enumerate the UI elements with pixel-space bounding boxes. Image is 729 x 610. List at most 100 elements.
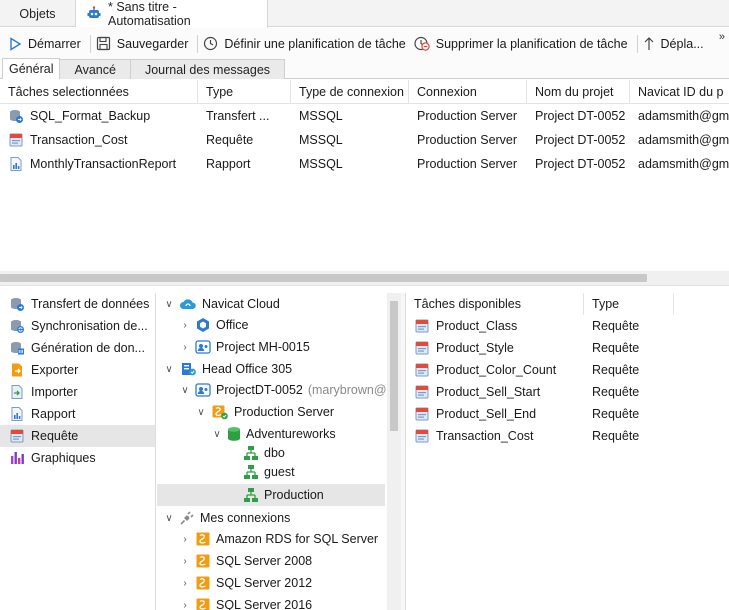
chevron-right-icon[interactable]: ›	[179, 556, 191, 567]
column-header-type[interactable]: Type	[198, 79, 291, 104]
column-header-available-type[interactable]: Type	[584, 293, 674, 315]
toolbar: Démarrer Sauvegarder Définir une planifi…	[0, 28, 729, 59]
column-header-available-tasks[interactable]: Tâches disponibles	[406, 293, 584, 315]
tree-node-head-office[interactable]: ∨ Head Office 305	[163, 358, 292, 380]
remove-schedule-button[interactable]: Supprimer la planification de tâche	[412, 32, 634, 56]
task-type: Rapport	[206, 157, 251, 171]
tab-objets[interactable]: Objets	[0, 0, 76, 27]
move-button-label: Dépla...	[660, 36, 704, 51]
data-transfer-icon	[10, 110, 23, 123]
chevron-down-icon[interactable]: ∨	[163, 364, 175, 375]
category-label: Exporter	[31, 363, 79, 377]
list-item[interactable]: Product_Class Requête	[406, 315, 729, 337]
task-name: MonthlyTransactionReport	[30, 157, 177, 171]
tab-message-log[interactable]: Journal des messages	[129, 59, 286, 79]
tree-label: Navicat Cloud	[202, 297, 280, 311]
charts-icon	[11, 452, 24, 464]
category-data-sync[interactable]: Synchronisation de...	[0, 315, 155, 337]
start-button[interactable]: Démarrer	[6, 32, 87, 56]
tree-node-office[interactable]: › Office	[179, 314, 248, 336]
table-row[interactable]: SQL_Format_Backup Transfert ... MSSQL Pr…	[0, 104, 729, 128]
list-item[interactable]: Product_Color_Count Requête	[406, 359, 729, 381]
category-query[interactable]: Requête	[0, 425, 155, 447]
category-label: Synchronisation de...	[31, 319, 148, 333]
horizontal-scrollbar[interactable]	[0, 271, 729, 285]
tree-vertical-scrollbar[interactable]	[387, 293, 401, 610]
chevron-down-icon[interactable]: ∨	[163, 299, 175, 310]
available-task-name: Product_Class	[436, 319, 518, 333]
category-export[interactable]: Exporter	[0, 359, 155, 381]
list-item[interactable]: Product_Style Requête	[406, 337, 729, 359]
column-header-tasks[interactable]: Tâches selectionnées	[0, 79, 198, 104]
chevron-right-icon[interactable]: ›	[179, 578, 191, 589]
pane-splitter[interactable]	[0, 285, 729, 292]
move-button[interactable]: Dépla...	[641, 32, 710, 56]
horizontal-scrollbar-thumb[interactable]	[0, 274, 647, 282]
tab-advanced[interactable]: Avancé	[59, 59, 131, 79]
table-row[interactable]: MonthlyTransactionReport Rapport MSSQL P…	[0, 152, 729, 176]
toolbar-overflow-button[interactable]: »	[719, 31, 725, 43]
task-connection: Production Server	[417, 133, 518, 147]
available-task-type: Requête	[592, 363, 640, 377]
sql-server-icon	[196, 532, 210, 546]
query-icon	[415, 319, 429, 333]
task-navicat-id: adamsmith@gm	[638, 109, 729, 123]
chevron-right-icon[interactable]: ›	[179, 320, 191, 331]
chevron-down-icon[interactable]: ∨	[163, 513, 175, 524]
tree-label: guest	[264, 465, 295, 479]
play-icon	[10, 36, 22, 51]
list-item[interactable]: Product_Sell_Start Requête	[406, 381, 729, 403]
chevron-right-icon[interactable]: ›	[179, 534, 191, 545]
tree-vertical-scrollbar-thumb[interactable]	[390, 301, 398, 431]
list-item[interactable]: Transaction_Cost Requête	[406, 425, 729, 447]
tab-general[interactable]: Général	[2, 58, 61, 79]
export-icon	[12, 363, 22, 377]
tree-node-schema-production[interactable]: Production	[243, 484, 324, 506]
category-data-generation[interactable]: Génération de don...	[0, 337, 155, 359]
category-label: Transfert de données	[31, 297, 150, 311]
table-row[interactable]: Transaction_Cost Requête MSSQL Productio…	[0, 128, 729, 152]
set-schedule-button[interactable]: Définir une planification de tâche	[201, 32, 411, 56]
tree-node-schema-guest[interactable]: guest	[243, 461, 295, 483]
save-button[interactable]: Sauvegarder	[94, 32, 195, 56]
data-transfer-icon	[11, 298, 24, 311]
query-icon	[415, 407, 429, 421]
category-charts[interactable]: Graphiques	[0, 447, 155, 469]
column-header-connection-type[interactable]: Type de connexion	[291, 79, 409, 104]
column-header-project[interactable]: Nom du projet	[527, 79, 630, 104]
tree-node-project-mh[interactable]: › Project MH-0015	[179, 336, 309, 358]
tree-node-sql-server-2012[interactable]: › SQL Server 2012	[179, 572, 312, 594]
category-report[interactable]: Rapport	[0, 403, 155, 425]
arrow-up-icon	[644, 37, 653, 50]
tree-node-navicat-cloud[interactable]: ∨ Navicat Cloud	[163, 293, 280, 315]
category-label: Importer	[31, 385, 78, 399]
task-navicat-id: adamsmith@gm	[638, 133, 729, 147]
category-data-transfer[interactable]: Transfert de données	[0, 293, 155, 315]
tree-node-sql-server-2016[interactable]: › SQL Server 2016	[179, 594, 312, 610]
available-task-name: Product_Color_Count	[436, 363, 557, 377]
chevron-down-icon[interactable]: ∨	[179, 385, 191, 396]
task-project: Project DT-0052	[535, 157, 626, 171]
column-header-connection[interactable]: Connexion	[409, 79, 527, 104]
category-label: Graphiques	[31, 451, 96, 465]
tab-automation[interactable]: * Sans titre - Automatisation	[76, 0, 268, 28]
task-connection-type: MSSQL	[299, 109, 343, 123]
plug-icon	[180, 511, 194, 525]
selected-tasks-grid: Tâches selectionnées Type Type de connex…	[0, 79, 729, 270]
tree-node-sql-server-2008[interactable]: › SQL Server 2008	[179, 550, 312, 572]
tree-node-my-connections[interactable]: ∨ Mes connexions	[163, 507, 290, 529]
tree-node-amazon-rds[interactable]: › Amazon RDS for SQL Server	[179, 528, 378, 550]
list-item[interactable]: Product_Sell_End Requête	[406, 403, 729, 425]
tree-node-project-dt[interactable]: ∨ ProjectDT-0052 (marybrown@	[179, 379, 386, 401]
column-header-navicat-id[interactable]: Navicat ID du p	[630, 80, 729, 104]
sql-server-connected-icon	[212, 405, 228, 420]
chevron-right-icon[interactable]: ›	[179, 342, 191, 353]
category-import[interactable]: Importer	[0, 381, 155, 403]
settings-tabs: Général Avancé Journal des messages	[0, 58, 729, 79]
chevron-down-icon[interactable]: ∨	[211, 429, 223, 440]
chevron-down-icon[interactable]: ∨	[195, 407, 207, 418]
tree-node-production-server[interactable]: ∨ Production Server	[195, 401, 334, 423]
project-users-icon	[195, 340, 211, 354]
chevron-right-icon[interactable]: ›	[179, 600, 191, 610]
task-connection: Production Server	[417, 109, 518, 123]
